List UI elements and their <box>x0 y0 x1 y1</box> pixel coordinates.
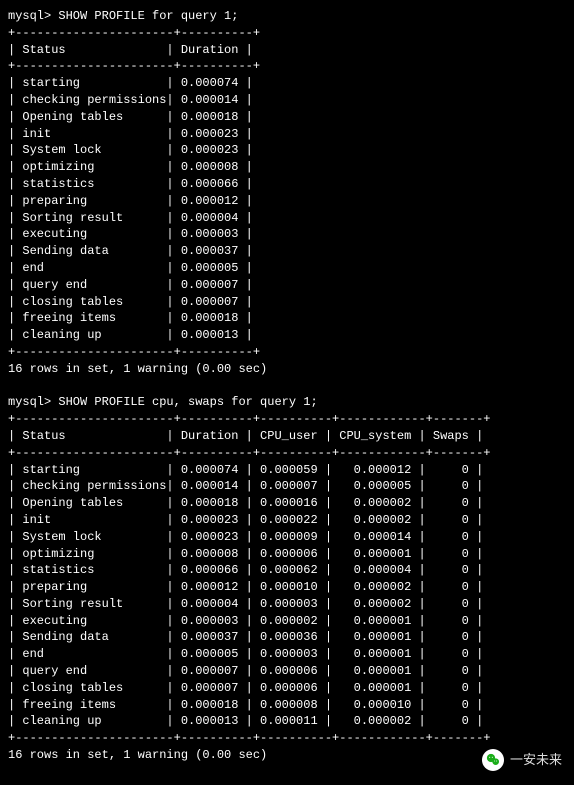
table-row: | checking permissions| 0.000014 | <box>8 92 566 109</box>
table-row: | freeing items | 0.000018 | 0.000008 | … <box>8 697 566 714</box>
table-row: | optimizing | 0.000008 | 0.000006 | 0.0… <box>8 546 566 563</box>
table-row: | cleaning up | 0.000013 | <box>8 327 566 344</box>
table-border: +----------------------+----------+-----… <box>8 411 566 428</box>
result-footer: 16 rows in set, 1 warning (0.00 sec) <box>8 361 566 378</box>
table-row: | cleaning up | 0.000013 | 0.000011 | 0.… <box>8 713 566 730</box>
mysql-command-1: mysql> SHOW PROFILE for query 1; <box>8 8 566 25</box>
mysql-command-2: mysql> SHOW PROFILE cpu, swaps for query… <box>8 394 566 411</box>
table-row: | Sorting result | 0.000004 | <box>8 210 566 227</box>
blank-line <box>8 378 566 395</box>
table-row: | Opening tables | 0.000018 | 0.000016 |… <box>8 495 566 512</box>
table-row: | starting | 0.000074 | <box>8 75 566 92</box>
table-row: | end | 0.000005 | 0.000003 | 0.000001 |… <box>8 646 566 663</box>
table-row: | preparing | 0.000012 | <box>8 193 566 210</box>
table-row: | query end | 0.000007 | 0.000006 | 0.00… <box>8 663 566 680</box>
table-row: | closing tables | 0.000007 | <box>8 294 566 311</box>
table-row: | executing | 0.000003 | <box>8 226 566 243</box>
terminal-output: mysql> SHOW PROFILE for query 1;+-------… <box>8 8 566 764</box>
table-header: | Status | Duration | CPU_user | CPU_sys… <box>8 428 566 445</box>
watermark-text: 一安未来 <box>510 751 562 769</box>
table-row: | Sending data | 0.000037 | 0.000036 | 0… <box>8 629 566 646</box>
table-row: | Opening tables | 0.000018 | <box>8 109 566 126</box>
table-row: | freeing items | 0.000018 | <box>8 310 566 327</box>
table-row: | preparing | 0.000012 | 0.000010 | 0.00… <box>8 579 566 596</box>
table-header: | Status | Duration | <box>8 42 566 59</box>
table-row: | starting | 0.000074 | 0.000059 | 0.000… <box>8 462 566 479</box>
table-row: | statistics | 0.000066 | 0.000062 | 0.0… <box>8 562 566 579</box>
table-border: +----------------------+----------+-----… <box>8 445 566 462</box>
wechat-icon <box>482 749 504 771</box>
table-row: | checking permissions| 0.000014 | 0.000… <box>8 478 566 495</box>
table-row: | end | 0.000005 | <box>8 260 566 277</box>
table-border: +----------------------+----------+ <box>8 344 566 361</box>
table-row: | statistics | 0.000066 | <box>8 176 566 193</box>
table-row: | closing tables | 0.000007 | 0.000006 |… <box>8 680 566 697</box>
table-border: +----------------------+----------+ <box>8 58 566 75</box>
table-row: | query end | 0.000007 | <box>8 277 566 294</box>
table-row: | optimizing | 0.000008 | <box>8 159 566 176</box>
table-row: | init | 0.000023 | <box>8 126 566 143</box>
table-border: +----------------------+----------+-----… <box>8 730 566 747</box>
table-row: | System lock | 0.000023 | 0.000009 | 0.… <box>8 529 566 546</box>
table-row: | executing | 0.000003 | 0.000002 | 0.00… <box>8 613 566 630</box>
table-row: | Sending data | 0.000037 | <box>8 243 566 260</box>
table-row: | System lock | 0.000023 | <box>8 142 566 159</box>
table-border: +----------------------+----------+ <box>8 25 566 42</box>
watermark: 一安未来 <box>482 749 562 771</box>
table-row: | Sorting result | 0.000004 | 0.000003 |… <box>8 596 566 613</box>
table-row: | init | 0.000023 | 0.000022 | 0.000002 … <box>8 512 566 529</box>
